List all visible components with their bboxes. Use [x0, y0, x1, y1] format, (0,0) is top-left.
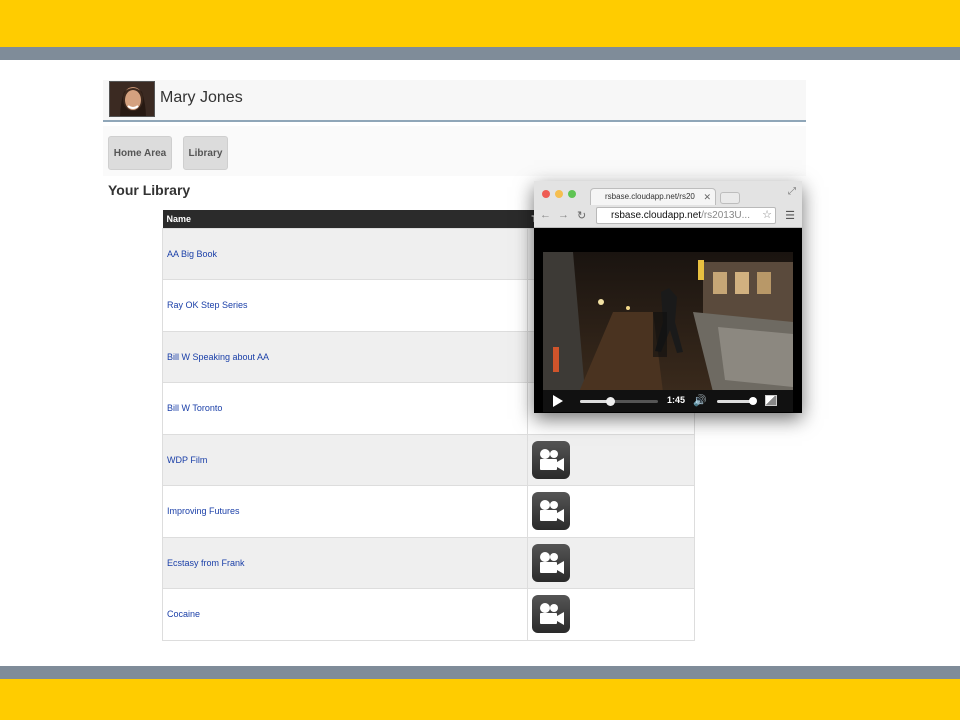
video-camera-icon[interactable]	[532, 440, 570, 479]
video-camera-icon[interactable]	[532, 492, 570, 531]
row-title-link[interactable]: Bill W Toronto	[167, 403, 222, 413]
current-time: 1:45	[667, 395, 686, 405]
row-title-link[interactable]: Ray OK Step Series	[167, 300, 248, 310]
bottom-yellow-band	[0, 679, 960, 720]
volume-handle[interactable]	[749, 397, 757, 405]
nav-bar: Home Area Library	[103, 126, 806, 176]
table-row: Improving Futures	[162, 485, 695, 538]
table-row: WDP Film	[162, 433, 695, 486]
top-yellow-band	[0, 0, 960, 47]
video-controls: 1:45 🔊	[543, 390, 793, 412]
progress-slider[interactable]	[580, 397, 658, 406]
volume-slider[interactable]	[717, 397, 757, 405]
bottom-gray-band	[0, 666, 960, 679]
page-title: Your Library	[108, 182, 191, 198]
table-row: Cocaine	[162, 588, 695, 641]
fullscreen-toggle-icon[interactable]	[765, 395, 777, 406]
url-host: rsbase.cloudapp.net	[611, 210, 702, 221]
user-header: Mary Jones	[103, 80, 806, 122]
new-tab-button[interactable]	[720, 192, 740, 204]
video-camera-icon[interactable]	[532, 595, 570, 634]
play-icon[interactable]	[552, 394, 564, 408]
table-row: Ecstasy from Frank	[162, 536, 695, 589]
tab-title: rsbase.cloudapp.net/rs20	[605, 192, 695, 201]
row-title-link[interactable]: Cocaine	[167, 609, 200, 619]
video-popup-window: rsbase.cloudapp.net/rs20 ✕ ⤢ ← → ↻ rsbas…	[534, 181, 802, 413]
reload-icon[interactable]: ↻	[577, 209, 586, 222]
row-title-link[interactable]: WDP Film	[167, 455, 207, 465]
browser-tab[interactable]: rsbase.cloudapp.net/rs20 ✕	[590, 188, 716, 205]
close-icon[interactable]: ✕	[703, 189, 711, 205]
row-title-link[interactable]: AA Big Book	[167, 249, 217, 259]
fullscreen-icon[interactable]: ⤢	[788, 186, 796, 197]
user-name: Mary Jones	[160, 89, 243, 106]
home-area-button[interactable]: Home Area	[108, 136, 172, 170]
progress-handle[interactable]	[605, 397, 615, 406]
bookmark-star-icon[interactable]: ☆	[762, 208, 772, 223]
column-header-name: Name	[162, 210, 528, 228]
row-title-link[interactable]: Ecstasy from Frank	[167, 558, 245, 568]
zoom-window-button[interactable]	[568, 190, 576, 198]
menu-icon[interactable]: ☰	[785, 209, 795, 222]
minimize-window-button[interactable]	[555, 190, 563, 198]
volume-icon[interactable]: 🔊	[693, 394, 707, 407]
address-bar[interactable]: rsbase.cloudapp.net/rs2013U... ☆	[596, 207, 776, 224]
row-title-link[interactable]: Bill W Speaking about AA	[167, 352, 269, 362]
row-title-link[interactable]: Improving Futures	[167, 506, 240, 516]
browser-toolbar: rsbase.cloudapp.net/rs20 ✕ ⤢ ← → ↻ rsbas…	[534, 181, 802, 228]
url-path: /rs2013U...	[701, 210, 750, 221]
avatar	[109, 81, 155, 117]
video-camera-icon[interactable]	[532, 543, 570, 582]
close-window-button[interactable]	[542, 190, 550, 198]
video-frame[interactable]	[543, 252, 793, 392]
back-arrow-icon[interactable]: ←	[540, 209, 551, 221]
library-button[interactable]: Library	[183, 136, 228, 170]
forward-arrow-icon[interactable]: →	[558, 209, 569, 221]
top-gray-band	[0, 47, 960, 60]
